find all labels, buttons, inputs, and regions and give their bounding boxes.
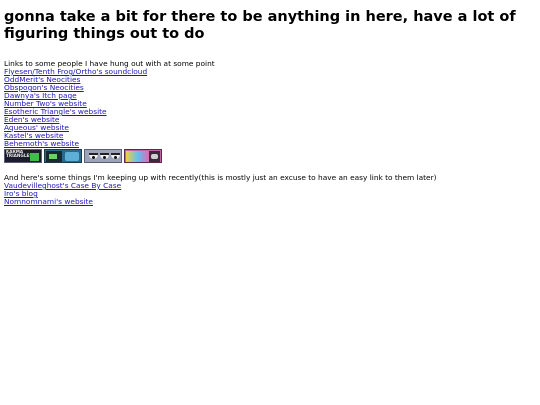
list-item: Eden's website [4, 116, 534, 124]
rainbow-text-icon [126, 151, 150, 162]
list-item: Obspogon's Neocities [4, 84, 534, 92]
list-item: Behemoth's website [4, 140, 534, 148]
face-icon [151, 154, 158, 159]
eyes-button[interactable] [84, 149, 122, 163]
left-eye-icon [89, 153, 98, 159]
site-buttons-row: KARMA TRIANGLES [4, 149, 534, 164]
page-content: gonna take a bit for there to be anythin… [4, 0, 534, 206]
page-heading: gonna take a bit for there to be anythin… [4, 9, 516, 42]
friends-link-list: Flyesen/Tenth Frog/Ortho's soundcloud Od… [4, 68, 534, 148]
list-item: Vaudevilleghost's Case By Case [4, 182, 534, 190]
list-item: Esotheric Triangle's website [4, 108, 534, 116]
list-item: Nomnomnami's website [4, 198, 534, 206]
pixel-art-button[interactable] [44, 149, 82, 163]
list-item: Flyesen/Tenth Frog/Ortho's soundcloud [4, 68, 534, 76]
karma-triangles-button[interactable]: KARMA TRIANGLES [4, 149, 42, 163]
friend-link-behemoth[interactable]: Behemoth's website [4, 139, 79, 148]
blue-tile-icon [65, 152, 79, 161]
recent-link-list: Vaudevilleghost's Case By Case Iro's blo… [4, 182, 534, 206]
list-item: Kastel's website [4, 132, 534, 140]
green-block-icon [30, 153, 39, 161]
green-creature-icon [49, 154, 57, 159]
colorful-button[interactable] [124, 149, 162, 163]
recent-link-nomnomnami[interactable]: Nomnomnami's website [4, 197, 93, 206]
middle-eye-icon [100, 153, 109, 159]
right-eye-icon [111, 153, 120, 159]
list-item: Aqueous' website [4, 124, 534, 132]
